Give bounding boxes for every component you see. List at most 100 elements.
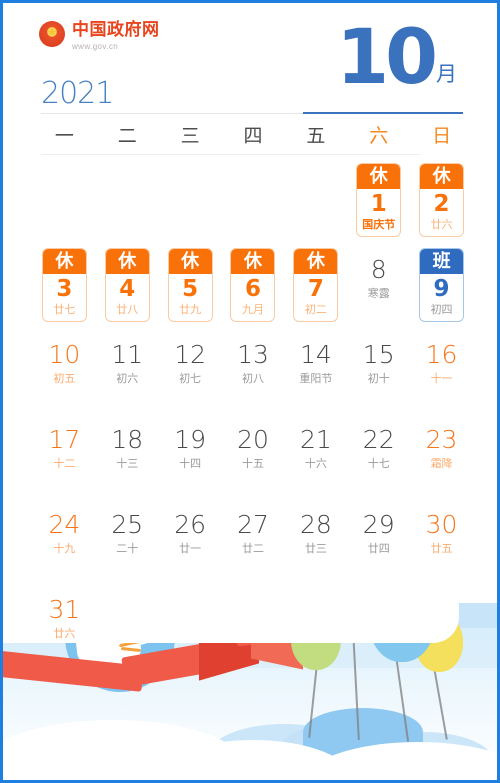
rest-day-3[interactable]: 休 3 廿七 <box>41 248 87 322</box>
brand-url: www.gov.cn <box>72 42 119 51</box>
day-badge-body: 3 廿七 <box>43 274 86 321</box>
day-number: 2 <box>433 191 450 217</box>
calendar-cell-13: 13 初八 <box>222 331 285 416</box>
workday-9[interactable]: 班 9 初四 <box>419 248 465 322</box>
calendar-cell-22: 22 十七 <box>347 416 410 501</box>
day-cell-23[interactable]: 23 霜降 <box>413 416 471 472</box>
day-cell-29[interactable]: 29 廿四 <box>350 501 408 557</box>
rest-tag: 休 <box>357 164 401 189</box>
rest-tag: 休 <box>231 249 275 274</box>
lunar-label: 廿一 <box>179 542 202 555</box>
day-cell-13[interactable]: 13 初八 <box>224 331 282 387</box>
day-cell-27[interactable]: 27 廿二 <box>224 501 282 557</box>
calendar-cell-2: 休 2 廿六 <box>410 161 473 246</box>
lunar-label: 十四 <box>179 457 202 470</box>
calendar-cell-21: 21 十六 <box>284 416 347 501</box>
day-badge-body: 7 初二 <box>294 274 337 321</box>
calendar-cell-12: 12 初七 <box>159 331 222 416</box>
rest-day-6[interactable]: 休 6 九月 <box>230 248 276 322</box>
lunar-label: 寒露 <box>367 287 390 300</box>
lunar-label: 十九 <box>53 542 76 555</box>
day-cell-18[interactable]: 18 十三 <box>98 416 156 472</box>
lunar-label: 初十 <box>367 372 390 385</box>
lunar-label: 廿八 <box>116 303 139 316</box>
lunar-label: 廿五 <box>430 542 453 555</box>
calendar-cell-10: 10 初五 <box>33 331 96 416</box>
day-cell-15[interactable]: 15 初十 <box>350 331 408 387</box>
rest-day-4[interactable]: 休 4 廿八 <box>104 248 150 322</box>
day-cell-12[interactable]: 12 初七 <box>161 331 219 387</box>
day-badge-body: 1 国庆节 <box>357 189 400 236</box>
day-number: 10 <box>48 340 81 369</box>
day-number: 23 <box>425 425 458 454</box>
lunar-label: 十三 <box>116 457 139 470</box>
day-number: 15 <box>362 340 395 369</box>
day-number: 24 <box>48 510 81 539</box>
rest-tag: 休 <box>42 249 86 274</box>
day-cell-30[interactable]: 30 廿五 <box>413 501 471 557</box>
day-cell-20[interactable]: 20 十五 <box>224 416 282 472</box>
calendar-cell-9: 班 9 初四 <box>410 246 473 331</box>
national-emblem-icon <box>39 21 65 47</box>
calendar-cell-8: 8 寒露 <box>347 246 410 331</box>
gov-brand[interactable]: 中国政府网 www.gov.cn <box>39 21 160 52</box>
lunar-label: 十一 <box>430 372 453 385</box>
day-number: 7 <box>307 276 324 302</box>
calendar-cell-15: 15 初十 <box>347 331 410 416</box>
day-number: 16 <box>425 340 458 369</box>
day-number: 29 <box>362 510 395 539</box>
calendar-cell-empty <box>96 161 159 246</box>
day-cell-25[interactable]: 25 二十 <box>98 501 156 557</box>
day-number: 21 <box>299 425 332 454</box>
day-number: 14 <box>299 340 332 369</box>
day-cell-16[interactable]: 16 十一 <box>413 331 471 387</box>
lunar-label: 初二 <box>304 303 327 316</box>
work-tag: 班 <box>420 249 464 274</box>
day-cell-17[interactable]: 17 十二 <box>35 416 93 472</box>
day-number: 26 <box>174 510 207 539</box>
day-number: 28 <box>299 510 332 539</box>
rest-day-5[interactable]: 休 5 廿九 <box>167 248 213 322</box>
calendar-cell-1: 休 1 国庆节 <box>347 161 410 246</box>
weekday-2: 三 <box>180 125 200 147</box>
day-cell-10[interactable]: 10 初五 <box>35 331 93 387</box>
day-number: 11 <box>111 340 144 369</box>
day-number: 4 <box>119 276 136 302</box>
day-cell-14[interactable]: 14 重阳节 <box>287 331 345 387</box>
day-cell-26[interactable]: 26 廿一 <box>161 501 219 557</box>
day-cell-19[interactable]: 19 十四 <box>161 416 219 472</box>
calendar-cell-16: 16 十一 <box>410 331 473 416</box>
day-badge-body: 5 廿九 <box>169 274 212 321</box>
day-cell-28[interactable]: 28 廿三 <box>287 501 345 557</box>
header-divider-accent <box>303 112 463 114</box>
weekday-0: 一 <box>54 125 74 147</box>
day-number: 5 <box>182 276 199 302</box>
lunar-label: 十七 <box>367 457 390 470</box>
day-number: 8 <box>370 255 387 284</box>
calendar-cell-6: 休 6 九月 <box>222 246 285 331</box>
day-cell-31[interactable]: 31 廿六 <box>35 586 93 642</box>
rest-day-1[interactable]: 休 1 国庆节 <box>356 163 402 237</box>
lunar-label: 初六 <box>116 372 139 385</box>
calendar-cell-3: 休 3 廿七 <box>33 246 96 331</box>
day-number: 12 <box>174 340 207 369</box>
rest-day-7[interactable]: 休 7 初二 <box>293 248 339 322</box>
day-cell-22[interactable]: 22 十七 <box>350 416 408 472</box>
year-label: 2021 <box>41 76 114 111</box>
lunar-label: 廿四 <box>367 542 390 555</box>
month-unit-label: 月 <box>436 62 457 86</box>
lunar-label: 十五 <box>241 457 264 470</box>
day-cell-21[interactable]: 21 十六 <box>287 416 345 472</box>
calendar-cell-empty <box>159 161 222 246</box>
calendar-grid: 休 1 国庆节休 2 廿六休 3 廿七休 4 廿八休 5 廿九休 6 九月休 7 初二 8 寒露班 9 初四 10 初五… <box>33 161 473 671</box>
weekday-1: 二 <box>117 125 137 147</box>
rest-day-2[interactable]: 休 2 廿六 <box>419 163 465 237</box>
day-cell-8[interactable]: 8 寒露 <box>350 246 408 302</box>
calendar-cell-28: 28 廿三 <box>284 501 347 586</box>
lunar-label: 霜降 <box>430 457 453 470</box>
day-cell-24[interactable]: 24 十九 <box>35 501 93 557</box>
calendar-cell-17: 17 十二 <box>33 416 96 501</box>
day-number: 18 <box>111 425 144 454</box>
day-cell-11[interactable]: 11 初六 <box>98 331 156 387</box>
lunar-label: 廿七 <box>53 303 76 316</box>
